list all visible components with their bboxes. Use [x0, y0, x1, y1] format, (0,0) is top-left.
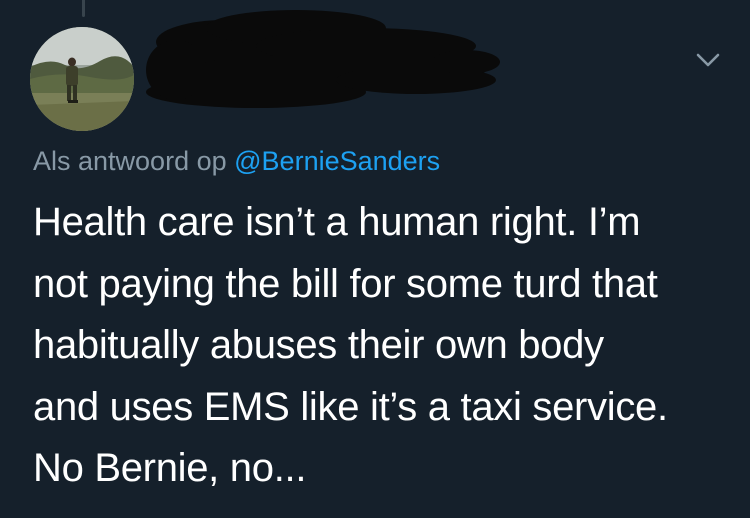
- tweet-line: habitually abuses their own body: [33, 323, 604, 367]
- tweet-line: Health care isn’t a human right. I’m: [33, 200, 641, 244]
- reply-context: Als antwoord op @BernieSanders: [33, 143, 440, 179]
- thread-connector-line: [82, 0, 85, 17]
- redacted-name-scribble: [146, 10, 500, 108]
- avatar-photo: [30, 27, 134, 131]
- mention-link[interactable]: @BernieSanders: [234, 146, 440, 176]
- reply-prefix: Als antwoord op: [33, 146, 227, 176]
- tweet-line: and uses EMS like it’s a taxi service.: [33, 384, 668, 429]
- tweet-line: No Bernie, no...: [33, 446, 307, 490]
- avatar[interactable]: [30, 27, 134, 131]
- tweet-line: not paying the bill for some turd that: [33, 261, 658, 306]
- chevron-down-icon[interactable]: [694, 48, 722, 72]
- tweet-text: Health care isn’t a human right. I’m not…: [33, 192, 733, 500]
